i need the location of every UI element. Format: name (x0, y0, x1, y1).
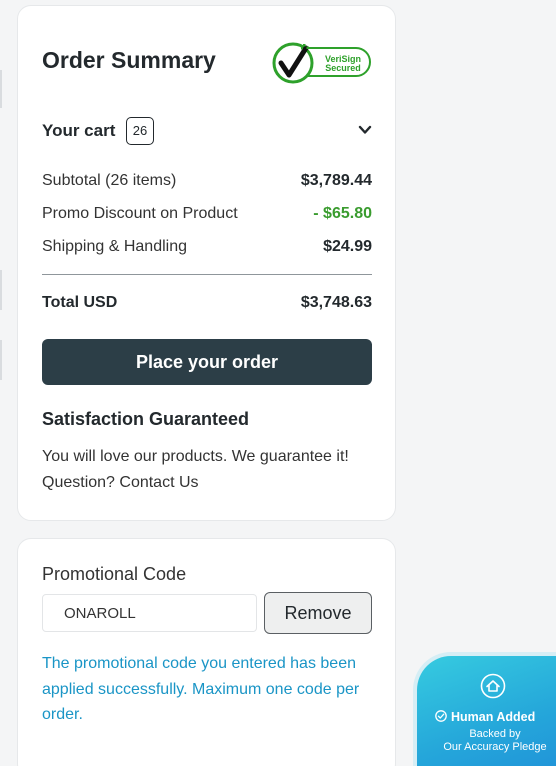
summary-divider (42, 274, 372, 275)
order-summary-title: Order Summary (42, 47, 216, 73)
page-edge-marker (0, 270, 2, 310)
chevron-down-icon[interactable] (358, 125, 372, 135)
promo-success-message: The promotional code you entered has bee… (42, 655, 360, 723)
house-icon (480, 673, 506, 699)
verisign-check-icon (272, 42, 314, 84)
page-edge-marker (0, 340, 2, 380)
human-added-badge[interactable]: Human Added Backed by Our Accuracy Pledg… (413, 652, 556, 766)
satisfaction-title: Satisfaction Guaranteed (42, 409, 250, 429)
check-circle-icon (435, 710, 447, 722)
verisign-secured-badge: VeriSign Secured (272, 40, 372, 86)
promo-code-label: Promotional Code (42, 564, 187, 584)
satisfaction-guarantee-text: You will love our products. We guarantee… (42, 448, 349, 465)
accuracy-pledge-text: Backed by Our Accuracy Pledge (425, 728, 556, 753)
human-added-title: Human Added (435, 710, 556, 724)
cart-toggle[interactable]: Your cart 26 (42, 117, 372, 145)
total-value: $3,748.63 (300, 294, 372, 311)
shipping-value: $24.99 (323, 238, 372, 255)
cart-count-badge: 26 (126, 117, 154, 145)
subtotal-value: $3,789.44 (300, 172, 372, 189)
cart-label: Your cart (42, 121, 116, 140)
accuracy-pledge-line2: Our Accuracy Pledge (443, 740, 547, 753)
total-label: Total USD (42, 294, 118, 311)
page-edge-marker (0, 70, 2, 108)
promo-code-card: Promotional Code Remove The promotional … (17, 538, 396, 766)
shipping-label: Shipping & Handling (42, 238, 187, 255)
remove-promo-button[interactable]: Remove (264, 592, 372, 634)
place-order-button[interactable]: Place your order (42, 339, 372, 385)
order-summary-card: Order Summary VeriSign Secured Your cart… (17, 5, 396, 521)
accuracy-pledge-line1: Backed by (469, 728, 521, 740)
promo-discount-value: - $65.80 (313, 205, 372, 222)
verisign-text: VeriSign Secured (318, 55, 368, 73)
promo-discount-label: Promo Discount on Product (42, 205, 238, 222)
contact-us-link[interactable]: Question? Contact Us (42, 470, 372, 496)
verisign-text-line2: Secured (325, 63, 361, 73)
satisfaction-text: You will love our products. We guarantee… (42, 444, 372, 496)
human-added-text: Human Added (451, 710, 536, 724)
subtotal-label: Subtotal (26 items) (42, 172, 177, 189)
promo-code-input[interactable] (42, 594, 257, 632)
